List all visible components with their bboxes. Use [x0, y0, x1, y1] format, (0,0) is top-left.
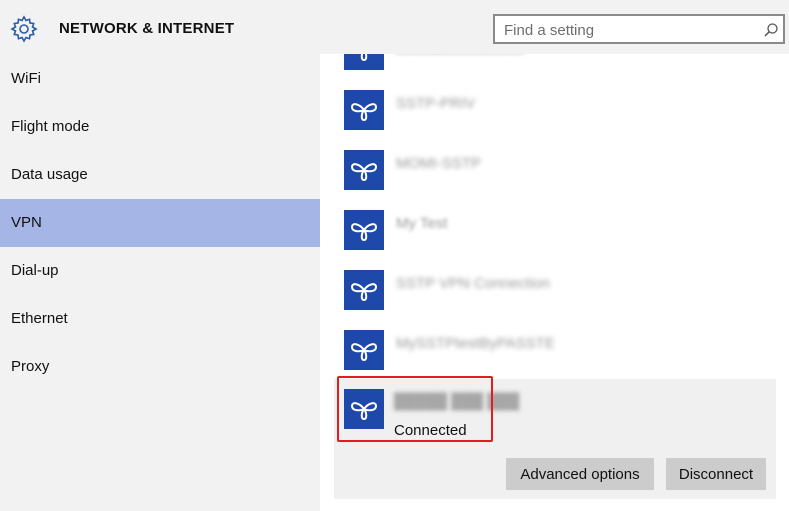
- gear-icon: [10, 15, 38, 43]
- disconnect-button[interactable]: Disconnect: [666, 458, 766, 490]
- vpn-connection-item[interactable]: My Test: [344, 210, 764, 250]
- sidebar-item-vpn[interactable]: VPN: [0, 199, 320, 247]
- vpn-connection-name: My Test: [396, 215, 448, 232]
- vpn-icon: [344, 210, 384, 250]
- sidebar-item-dial-up[interactable]: Dial-up: [0, 247, 320, 295]
- sidebar-item-flight-mode[interactable]: Flight mode: [0, 103, 320, 151]
- vpn-icon: [344, 90, 384, 130]
- vpn-connection-item[interactable]: SSTP-PRIV: [344, 90, 764, 130]
- vpn-connection-item[interactable]: SSTP VPN Connection: [344, 270, 764, 310]
- header-bar: NETWORK & INTERNET: [0, 0, 789, 54]
- vpn-icon: [344, 54, 384, 70]
- page-title: NETWORK & INTERNET: [59, 20, 235, 37]
- vpn-connection-name: MOMI-SSTP: [396, 155, 481, 172]
- vpn-icon: [344, 150, 384, 190]
- vpn-connection-name: MySSTPtestByPASSTE: [396, 335, 555, 352]
- sidebar-item-proxy[interactable]: Proxy: [0, 343, 320, 391]
- vpn-connections-list: ████████████ SSTP-PRIV MOMI-SSTP My Test…: [320, 54, 789, 511]
- sidebar-item-wifi[interactable]: WiFi: [0, 55, 320, 103]
- vpn-icon: [344, 330, 384, 370]
- sidebar-item-data-usage[interactable]: Data usage: [0, 151, 320, 199]
- vpn-connection-name: SSTP-PRIV: [396, 95, 476, 112]
- search-input[interactable]: [504, 20, 754, 40]
- vpn-icon: [344, 270, 384, 310]
- search-icon[interactable]: [763, 22, 779, 38]
- sidebar: WiFi Flight mode Data usage VPN Dial-up …: [0, 54, 320, 511]
- highlight-box: [337, 376, 493, 442]
- vpn-connection-item[interactable]: MOMI-SSTP: [344, 150, 764, 190]
- advanced-options-button[interactable]: Advanced options: [506, 458, 654, 490]
- vpn-connection-item[interactable]: ████████████: [344, 54, 764, 70]
- vpn-connection-item[interactable]: MySSTPtestByPASSTE: [344, 330, 764, 370]
- search-box[interactable]: [493, 14, 785, 44]
- sidebar-item-ethernet[interactable]: Ethernet: [0, 295, 320, 343]
- vpn-connection-name: SSTP VPN Connection: [396, 275, 550, 292]
